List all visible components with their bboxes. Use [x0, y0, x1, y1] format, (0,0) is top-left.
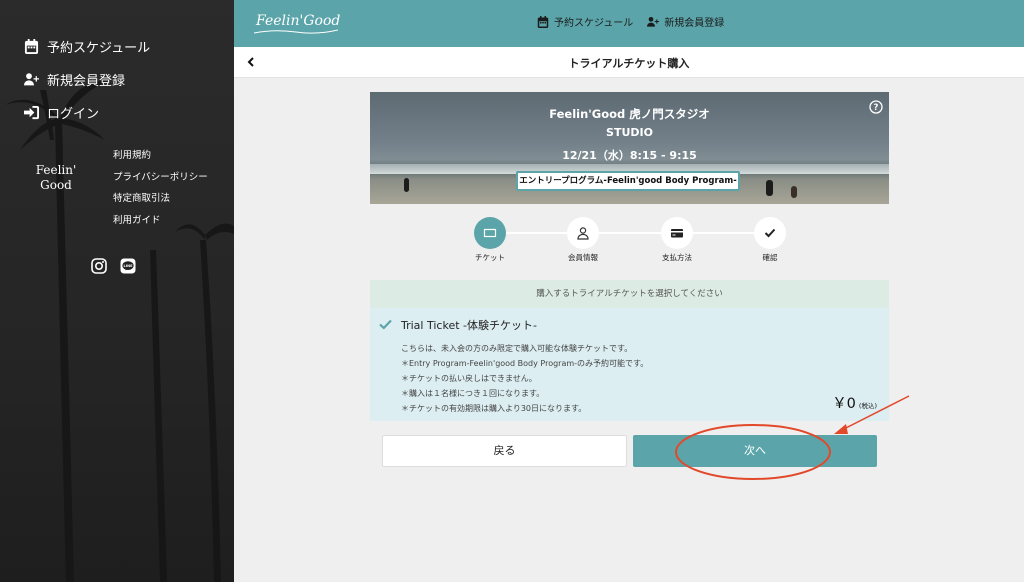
- ticket-select-prompt: 購入するトライアルチケットを選択してください: [370, 280, 889, 308]
- page-header: トライアルチケット購入: [234, 47, 1024, 78]
- ticket-desc-line: ＊購入は１名様につき１回になります。: [401, 389, 545, 398]
- banner-person: [791, 186, 797, 198]
- line-icon[interactable]: LINE: [120, 258, 136, 274]
- brand-logo[interactable]: Feelin'Good: [256, 13, 340, 29]
- studio-name: Feelin'Good 虎ノ門スタジオ: [549, 107, 710, 121]
- sidebar-item-label: 新規会員登録: [47, 74, 126, 89]
- sidebar-nav: 予約スケジュール 新規会員登録 ログイン: [24, 30, 150, 129]
- page-title: トライアルチケット購入: [568, 57, 690, 70]
- top-nav-label: 新規会員登録: [664, 18, 725, 29]
- user-icon: [577, 227, 589, 240]
- help-icon[interactable]: ?: [869, 100, 883, 114]
- credit-card-icon: [671, 229, 683, 238]
- sidebar-links: 利用規約 プライバシーポリシー 特定商取引法 利用ガイド: [113, 148, 208, 234]
- selected-check-icon: [379, 319, 392, 330]
- add-user-icon: [24, 73, 39, 86]
- sidebar-item-register[interactable]: 新規会員登録: [24, 63, 150, 96]
- back-button[interactable]: 戻る: [382, 435, 627, 467]
- ticket-name: Trial Ticket -体験チケット-: [401, 319, 537, 332]
- step-ticket: チケット: [458, 217, 522, 263]
- link-privacy[interactable]: プライバシーポリシー: [113, 170, 208, 192]
- instagram-icon[interactable]: [91, 258, 107, 274]
- sidebar-item-login[interactable]: ログイン: [24, 96, 150, 129]
- banner-person: [766, 180, 773, 196]
- ticket-price: ￥0 (税込): [832, 392, 877, 413]
- step-label: 確認: [762, 253, 778, 262]
- ticket-icon: [483, 228, 497, 238]
- top-bar: Feelin'Good 予約スケジュール 新規会員登録: [234, 0, 1024, 47]
- sidebar-item-schedule[interactable]: 予約スケジュール: [24, 30, 150, 63]
- logo-line1: Feelin': [35, 163, 77, 177]
- logo-line2: Good: [40, 178, 72, 192]
- sidebar: 予約スケジュール 新規会員登録 ログイン Feelin' Good 利用規約 プ…: [0, 0, 234, 582]
- brand-swoosh-icon: [254, 29, 338, 34]
- step-label: 支払方法: [662, 253, 692, 262]
- sidebar-item-label: 予約スケジュール: [47, 41, 151, 56]
- sidebar-logo[interactable]: Feelin' Good: [30, 163, 82, 193]
- progress-steps: チケット 会員情報 支払方法 確認: [458, 217, 803, 267]
- step-confirm: 確認: [738, 217, 802, 263]
- price-tax-note: (税込): [858, 402, 877, 410]
- top-nav-register[interactable]: 新規会員登録: [647, 14, 724, 29]
- ticket-desc-line: こちらは、未入会の方のみ限定で購入可能な体験チケットです。: [401, 344, 633, 353]
- ticket-desc-line: ＊チケットの有効期限は購入より30日になります。: [401, 404, 587, 413]
- ticket-option-trial[interactable]: Trial Ticket -体験チケット- こちらは、未入会の方のみ限定で購入可…: [370, 308, 889, 421]
- top-nav: 予約スケジュール 新規会員登録: [537, 14, 738, 29]
- sidebar-item-label: ログイン: [47, 107, 100, 122]
- check-icon: [764, 228, 776, 238]
- banner-person: [404, 178, 409, 192]
- step-label: 会員情報: [568, 253, 598, 262]
- calendar-icon: [24, 39, 39, 54]
- social-links: LINE: [91, 258, 149, 274]
- svg-text:LINE: LINE: [123, 264, 133, 268]
- steps-connector: [490, 232, 772, 234]
- studio-label: STUDIO: [606, 126, 653, 139]
- link-guide[interactable]: 利用ガイド: [113, 213, 208, 235]
- price-amount: ￥0: [832, 396, 856, 412]
- next-button[interactable]: 次へ: [633, 435, 877, 467]
- login-icon: [24, 105, 39, 120]
- ticket-desc-line: ＊Entry Program-Feelin'good Body Program-…: [401, 359, 649, 368]
- step-label: チケット: [475, 253, 505, 262]
- lesson-banner: Feelin'Good 虎ノ門スタジオ STUDIO 12/21（水）8:15 …: [370, 92, 889, 204]
- calendar-icon: [537, 15, 549, 28]
- annotation-arrowhead: [834, 424, 848, 434]
- link-commerce-law[interactable]: 特定商取引法: [113, 191, 208, 213]
- ticket-desc-line: ＊チケットの払い戻しはできません。: [401, 374, 537, 383]
- lesson-datetime: 12/21（水）8:15 - 9:15: [562, 149, 697, 162]
- top-nav-schedule[interactable]: 予約スケジュール: [537, 14, 633, 29]
- top-nav-label: 予約スケジュール: [554, 18, 634, 29]
- svg-text:?: ?: [874, 103, 879, 113]
- program-badge: エントリープログラム-Feelin'good Body Program-: [516, 171, 740, 191]
- step-payment: 支払方法: [645, 217, 709, 263]
- add-user-icon: [647, 16, 660, 27]
- ticket-description: こちらは、未入会の方のみ限定で購入可能な体験チケットです。 ＊Entry Pro…: [401, 341, 648, 416]
- link-terms[interactable]: 利用規約: [113, 148, 208, 170]
- step-member-info: 会員情報: [551, 217, 615, 263]
